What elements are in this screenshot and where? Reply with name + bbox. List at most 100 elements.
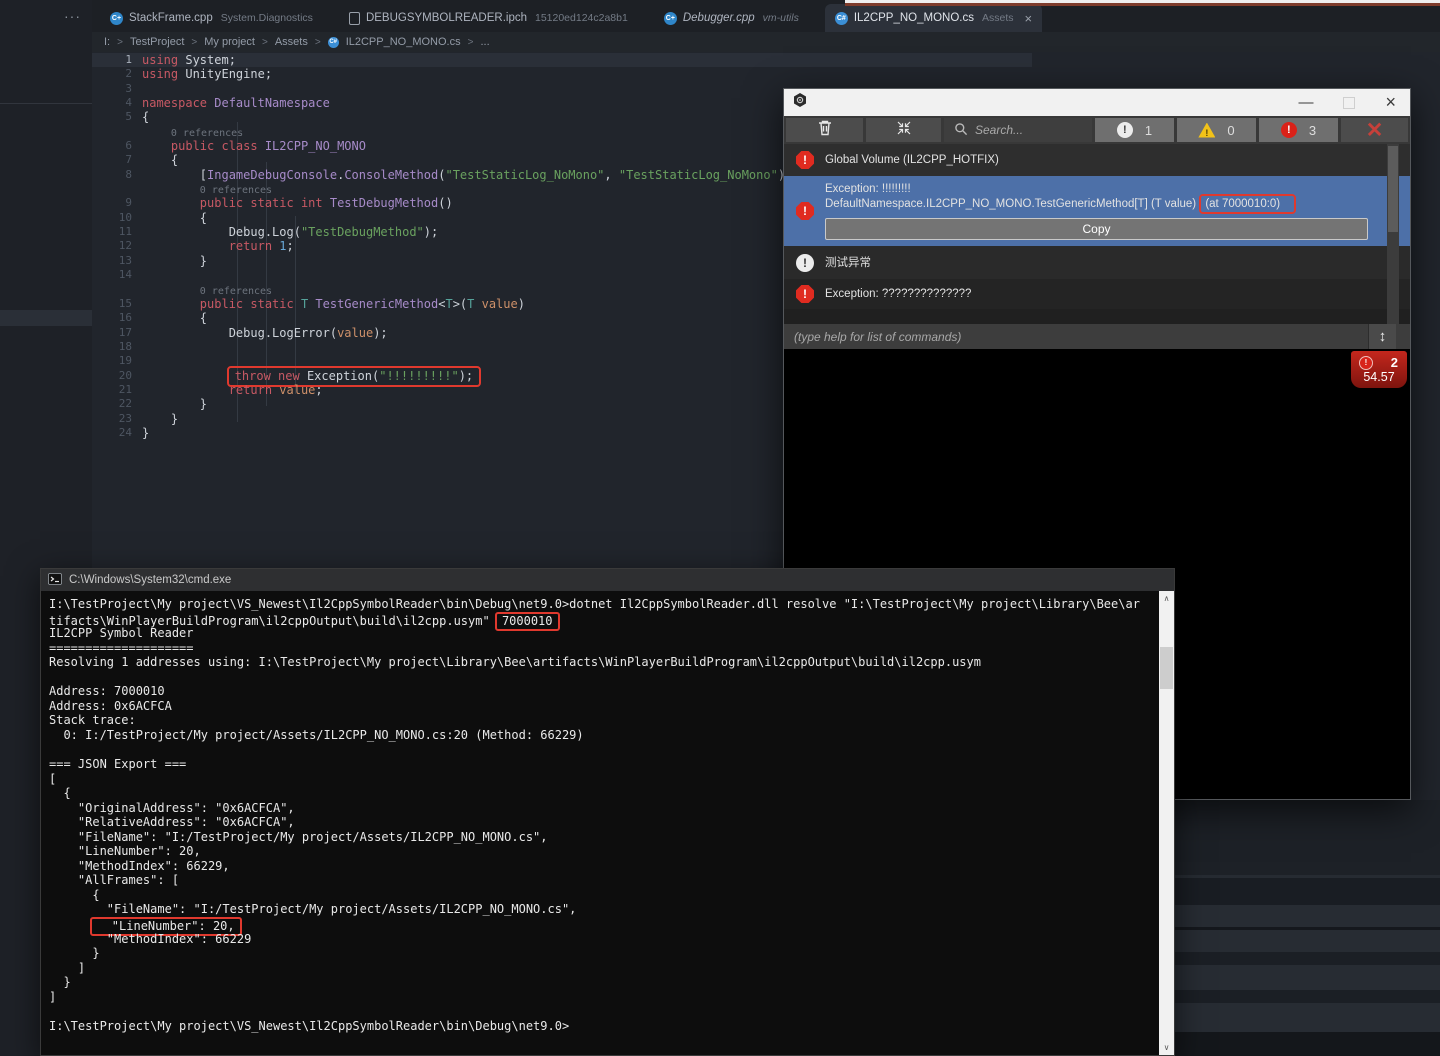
breadcrumb-file[interactable]: IL2CPP_NO_MONO.cs	[346, 36, 461, 48]
info-icon: !	[1116, 122, 1133, 138]
log-text: Exception: !!!!!!!!!	[825, 183, 911, 195]
line-number: 1	[125, 53, 132, 66]
command-input[interactable]: (type help for list of commands) ↕	[784, 324, 1410, 349]
code-token: {	[142, 153, 179, 168]
scroll-up-icon[interactable]: ∧	[1159, 591, 1174, 606]
line-number: 23	[118, 411, 132, 425]
terminal-text: Resolving 1 addresses using: I:\TestProj…	[49, 655, 981, 670]
terminal-line: "LineNumber": 20,	[49, 917, 1154, 937]
desktop: ··· C+ StackFrame.cpp System.Diagnostics DE…	[0, 0, 1440, 1056]
terminal-line: tifacts\WinPlayerBuildProgram\il2cppOutp…	[49, 611, 1154, 631]
cmd-scrollbar[interactable]: ∧ ∨	[1159, 591, 1174, 1055]
code-line[interactable]: 1 using System;	[92, 53, 1032, 68]
terminal-text: ====================	[49, 640, 194, 655]
editor-tab[interactable]: C+ Debugger.cpp vm-utils	[654, 4, 809, 32]
warning-filter-button[interactable]: ! 0	[1177, 118, 1256, 142]
terminal-text: "MethodIndex": 66229,	[49, 858, 230, 873]
breadcrumb-item[interactable]: I:	[104, 36, 110, 48]
console-titlebar[interactable]: — ×	[784, 89, 1410, 116]
line-number: 6	[125, 139, 132, 153]
code-token: }	[142, 425, 150, 440]
terminal-text: "AllFrames": [	[49, 873, 180, 888]
line-number	[92, 125, 136, 139]
cmd-scroll-thumb[interactable]	[1160, 647, 1173, 689]
search-placeholder: Search...	[975, 123, 1024, 137]
terminal-line: "AllFrames": [	[49, 873, 1154, 888]
breadcrumb-item[interactable]: TestProject	[130, 36, 184, 48]
console-popup-badge[interactable]: ! 2 54.57	[1351, 351, 1407, 388]
code-line[interactable]: 2 using UnityEngine;	[92, 67, 1032, 81]
line-number: 10	[118, 210, 132, 224]
line-number: 20	[118, 368, 132, 382]
line-number: 24	[118, 425, 132, 439]
editor-tab[interactable]: C# IL2CPP_NO_MONO.cs Assets ×	[824, 4, 1043, 32]
tab-close-icon[interactable]: ×	[1025, 11, 1033, 26]
log-text: Global Volume (IL2CPP_HOTFIX)	[825, 154, 999, 166]
log-entry-line: 测试异常	[825, 256, 1368, 270]
code-token: public class	[170, 139, 258, 154]
code-token: value	[474, 296, 518, 311]
close-console-button[interactable]: ✕	[1341, 118, 1408, 142]
code-text: return value;	[142, 383, 323, 397]
info-filter-button[interactable]: ! 1	[1095, 118, 1174, 142]
breadcrumb-item[interactable]: My project	[204, 36, 255, 48]
breadcrumb-item[interactable]: Assets	[275, 36, 308, 48]
badge-error-row: ! 2	[1351, 351, 1407, 370]
code-token: ;	[286, 239, 294, 254]
editor-tab[interactable]: C+ StackFrame.cpp System.Diagnostics	[100, 4, 323, 32]
editor-tab[interactable]: DEBUGSYMBOLREADER.ipch 15120ed124c2a8b1	[339, 4, 638, 32]
code-text: return 1;	[142, 239, 294, 253]
code-token: 0 references	[199, 185, 273, 197]
terminal-text: {	[49, 786, 71, 801]
log-entry-line: DefaultNamespace.IL2CPP_NO_MONO.TestGene…	[825, 194, 1368, 214]
code-token: using	[142, 53, 179, 67]
maximize-icon[interactable]	[1343, 96, 1356, 109]
copy-button[interactable]: Copy	[825, 218, 1368, 240]
badge-error-count: 2	[1390, 355, 1398, 370]
console-scroll-thumb[interactable]	[1388, 146, 1398, 232]
terminal-line: {	[49, 888, 1154, 903]
collapse-button[interactable]	[866, 118, 941, 142]
cmd-icon	[48, 572, 62, 588]
log-entry[interactable]: ! Global Volume (IL2CPP_HOTFIX)	[784, 144, 1410, 176]
resize-handle-icon[interactable]: ↕	[1368, 324, 1396, 349]
scroll-down-icon[interactable]: ∨	[1159, 1040, 1174, 1055]
line-number: 19	[118, 354, 132, 368]
cpp-file-icon: C+	[663, 11, 677, 25]
terminal-text: I:\TestProject\My project\VS_Newest\Il2C…	[49, 1018, 570, 1033]
line-number: 3	[125, 81, 132, 95]
code-token: 0 references	[170, 127, 244, 139]
code-token: value	[337, 325, 374, 340]
terminal-text: IL2CPP Symbol Reader	[49, 626, 194, 641]
code-token: TestGenericMethod	[308, 296, 439, 311]
code-token: value	[272, 382, 316, 397]
minimize-icon[interactable]: —	[1298, 95, 1313, 110]
terminal-line: {	[49, 786, 1154, 801]
error-filter-button[interactable]: ! 3	[1259, 118, 1338, 142]
sidebar-divider	[0, 103, 92, 104]
tab-overflow-button[interactable]: ···	[64, 8, 81, 24]
code-token: );	[458, 368, 474, 383]
log-entry[interactable]: ! Exception: !!!!!!!!! DefaultNamespace.IL…	[784, 176, 1410, 246]
console-search-input[interactable]: Search...	[944, 118, 1092, 142]
console-scrollbar[interactable]	[1387, 144, 1399, 324]
code-token: IngameDebugConsole	[207, 167, 338, 182]
code-token: }	[142, 411, 179, 426]
clear-logs-button[interactable]	[786, 118, 863, 142]
terminal-text: "FileName": "I:/TestProject/My project/A…	[49, 902, 577, 917]
cmd-titlebar[interactable]: C:\Windows\System32\cmd.exe	[41, 569, 1174, 591]
code-token: )	[517, 296, 525, 311]
error-icon: !	[1359, 355, 1373, 370]
log-list-filler	[784, 309, 1410, 324]
code-text: }	[142, 254, 207, 268]
log-text: 测试异常	[825, 256, 871, 269]
terminal-line: "MethodIndex": 66229,	[49, 859, 1154, 874]
log-entry-line: Exception: ??????????????	[825, 287, 1368, 301]
highlight-annotation: (at 7000010:0)	[1199, 194, 1297, 214]
close-icon[interactable]: ×	[1385, 93, 1396, 111]
log-entry[interactable]: ! Exception: ??????????????	[784, 279, 1410, 309]
log-entry[interactable]: ! 测试异常	[784, 246, 1410, 279]
editor-tabs: C+ StackFrame.cpp System.Diagnostics DEBUGS…	[100, 4, 1043, 32]
